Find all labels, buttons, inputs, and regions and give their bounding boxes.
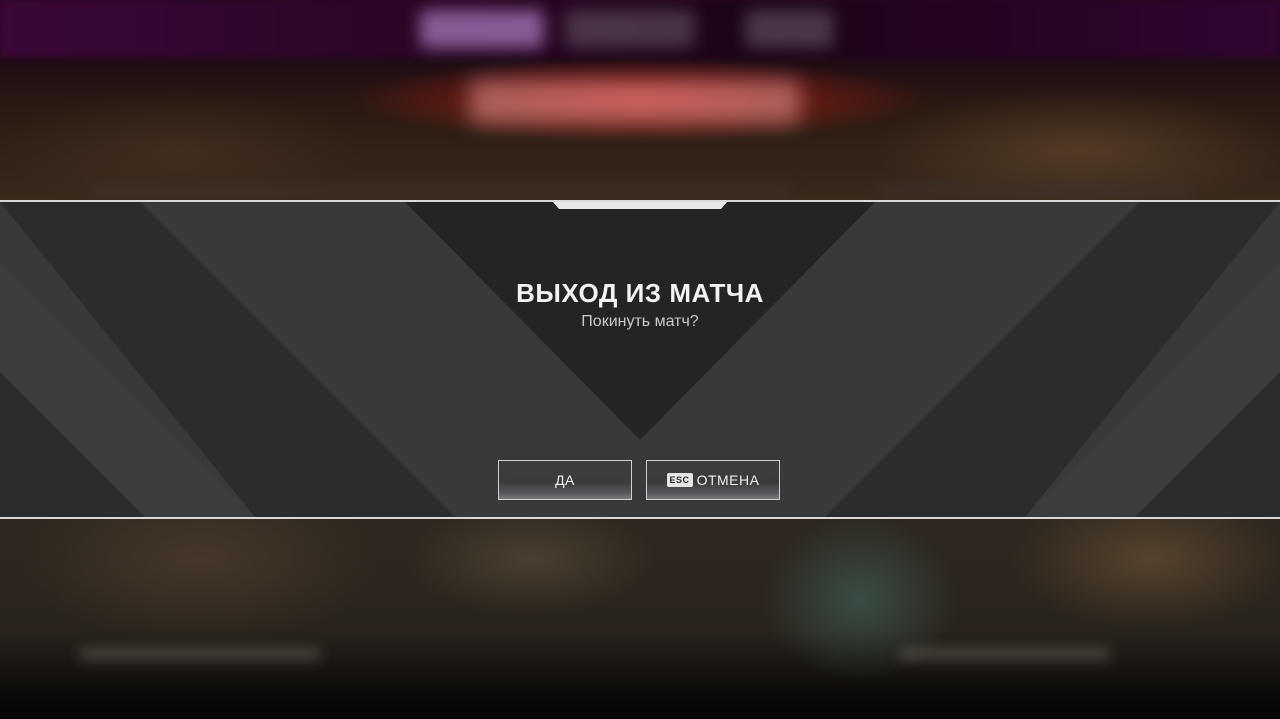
blurred-game-background-top: [0, 0, 1280, 200]
game-screen: ВЫХОД ИЗ МАТЧА Покинуть матч? ДА ESC ОТМ…: [0, 0, 1280, 719]
blurred-tab: [420, 10, 544, 48]
blurred-tab: [565, 10, 695, 48]
blurred-tab: [745, 10, 833, 48]
exit-match-dialog: ВЫХОД ИЗ МАТЧА Покинуть матч? ДА ESC ОТМ…: [0, 200, 1280, 519]
cancel-button-label: ОТМЕНА: [696, 472, 760, 488]
confirm-button-label: ДА: [555, 472, 575, 488]
dialog-subtitle: Покинуть матч?: [581, 313, 699, 330]
cancel-button[interactable]: ESC ОТМЕНА: [646, 460, 780, 500]
confirm-button[interactable]: ДА: [498, 460, 632, 500]
blurred-game-background-bottom: [0, 519, 1280, 719]
dialog-title: ВЫХОД ИЗ МАТЧА: [516, 278, 764, 308]
blurred-shape: [90, 185, 790, 199]
chevron-pattern: [0, 202, 1280, 517]
dialog-top-tab: [552, 202, 728, 209]
blurred-shape: [80, 647, 320, 661]
esc-key-icon: ESC: [666, 473, 693, 487]
blurred-banner: [470, 80, 800, 124]
blurred-shape: [900, 647, 1110, 661]
blurred-shape: [880, 183, 1190, 197]
